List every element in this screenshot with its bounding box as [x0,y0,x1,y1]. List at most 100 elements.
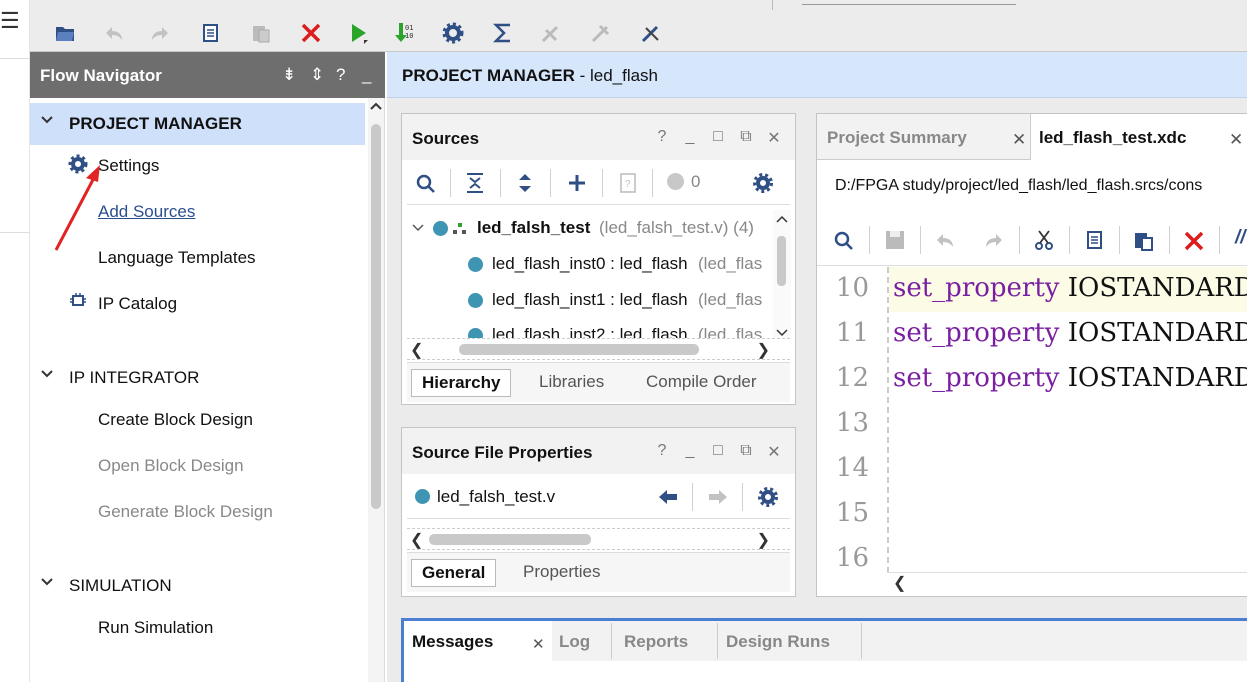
editor-horizontal-scrollbar[interactable]: ❮ [887,572,1247,594]
redo-icon[interactable] [148,20,174,46]
scroll-thumb[interactable] [459,344,699,355]
chevron-down-icon[interactable] [40,367,54,381]
help-icon[interactable]: ? [653,442,671,462]
chevron-down-icon[interactable] [411,222,425,234]
tab-general[interactable]: General [411,559,497,587]
nav-item-language-templates[interactable]: Language Templates [98,248,256,268]
sigma-icon[interactable] [490,20,516,46]
back-arrow-icon[interactable] [657,488,679,506]
maximize-icon[interactable]: □ [709,128,727,148]
nav-item-add-sources[interactable]: Add Sources [98,202,195,222]
close-tab-icon[interactable]: ✕ [1229,130,1243,150]
scroll-thumb[interactable] [371,124,381,509]
divider [802,4,1016,5]
search-icon[interactable] [833,230,855,252]
gear-icon[interactable] [757,486,779,508]
settings-icon[interactable] [440,20,466,46]
minimize-icon[interactable]: _ [362,65,371,85]
divider [920,226,921,254]
save-icon[interactable] [885,230,905,250]
disabled-file-icon[interactable]: ? [620,173,636,193]
chevron-right-icon[interactable]: ❯ [757,340,770,360]
page-title-suffix: - led_flash [574,66,659,85]
tab-properties[interactable]: Properties [513,559,610,587]
chevron-down-icon[interactable] [40,575,54,589]
scroll-thumb[interactable] [429,534,591,545]
run-icon[interactable] [346,20,372,46]
chevron-up-icon[interactable] [776,214,788,224]
code-editor[interactable]: 10 set_property IOSTANDARD 11 set_property … [817,267,1247,573]
tab-compile-order[interactable]: Compile Order [636,369,767,397]
nav-item-create-block-design[interactable]: Create Block Design [98,410,253,430]
tab-log[interactable]: Log [559,632,590,652]
minimize-icon[interactable]: _ [681,442,699,462]
delete-icon[interactable] [298,20,324,46]
paste-icon[interactable] [248,20,274,46]
tab-project-summary[interactable]: Project Summary [827,114,967,160]
help-icon[interactable]: ? [653,128,671,148]
nav-item-run-simulation[interactable]: Run Simulation [98,618,213,638]
collapse-all-icon[interactable]: ⇟ [282,65,296,85]
tab-libraries[interactable]: Libraries [529,369,614,397]
gear-icon[interactable] [752,172,774,194]
divider [1119,226,1120,254]
bitstream-icon[interactable]: 01 10 [392,20,418,46]
redo-icon[interactable] [983,231,1005,249]
line-number: 16 [835,543,869,573]
comment-icon[interactable]: // [1235,227,1246,249]
chevron-down-icon[interactable] [776,328,788,338]
menu-icon[interactable]: ☰ [0,8,20,34]
paste-icon[interactable] [1133,229,1155,251]
maximize-icon[interactable]: □ [709,442,727,462]
tab-xdc-file[interactable]: led_flash_test.xdc [1039,114,1186,160]
chevron-up-icon[interactable] [370,101,382,111]
close-tab-icon[interactable]: ✕ [532,635,545,653]
collapse-all-icon[interactable] [465,172,485,194]
scroll-thumb[interactable] [777,236,786,286]
nav-item-open-block-design[interactable]: Open Block Design [98,456,244,476]
horizontal-scrollbar[interactable]: ❮ ❯ [407,338,790,360]
tab-design-runs[interactable]: Design Runs [726,632,830,652]
chevron-left-icon[interactable]: ❮ [410,340,423,360]
section-ip-integrator[interactable]: IP INTEGRATOR [30,357,365,399]
instance-file: (led_flas [698,254,763,273]
section-simulation[interactable]: SIMULATION [30,565,365,607]
vertical-scrollbar[interactable] [773,210,791,344]
copy-icon[interactable] [198,20,224,46]
close-icon[interactable]: ✕ [765,128,783,148]
cut-icon[interactable] [1034,229,1054,251]
delete-icon[interactable] [1183,230,1205,252]
tab-messages[interactable]: Messages [412,632,493,652]
chevron-left-icon[interactable]: ❮ [893,573,906,593]
expand-all-icon[interactable]: ⇕ [310,65,324,85]
vertical-scrollbar[interactable] [368,98,384,682]
tab-active[interactable]: led_flash_test.xdc ✕ [1030,114,1247,160]
undo-icon[interactable] [100,20,126,46]
copy-icon[interactable] [1085,229,1105,251]
help-icon[interactable]: ? [336,65,345,85]
nav-item-generate-block-design[interactable]: Generate Block Design [98,502,273,522]
tab-hierarchy[interactable]: Hierarchy [411,369,512,397]
undo-icon[interactable] [934,231,956,249]
chevron-right-icon[interactable]: ❯ [757,530,770,550]
open-project-icon[interactable] [52,20,78,46]
tab-active[interactable]: Messages ✕ [404,621,552,661]
chevron-left-icon[interactable]: ❮ [410,530,423,550]
float-icon[interactable]: ⧉ [737,128,755,148]
search-icon[interactable] [415,173,437,195]
disabled-tool2-icon[interactable] [588,20,614,46]
forward-arrow-icon[interactable] [707,488,729,506]
close-icon[interactable]: ✕ [765,442,783,462]
cancel-tool-icon[interactable] [638,20,664,46]
minimize-icon[interactable]: _ [681,128,699,148]
tab-reports[interactable]: Reports [624,632,688,652]
expand-all-icon[interactable] [515,172,535,194]
close-tab-icon[interactable]: ✕ [1012,130,1026,150]
float-icon[interactable]: ⧉ [737,442,755,462]
horizontal-scrollbar[interactable]: ❮ ❯ [407,528,790,550]
chevron-down-icon[interactable] [40,113,54,127]
nav-item-ip-catalog[interactable]: IP Catalog [98,294,177,314]
add-icon[interactable] [567,173,587,193]
disabled-tool-icon[interactable] [538,20,564,46]
section-project-manager[interactable]: PROJECT MANAGER [30,103,365,145]
